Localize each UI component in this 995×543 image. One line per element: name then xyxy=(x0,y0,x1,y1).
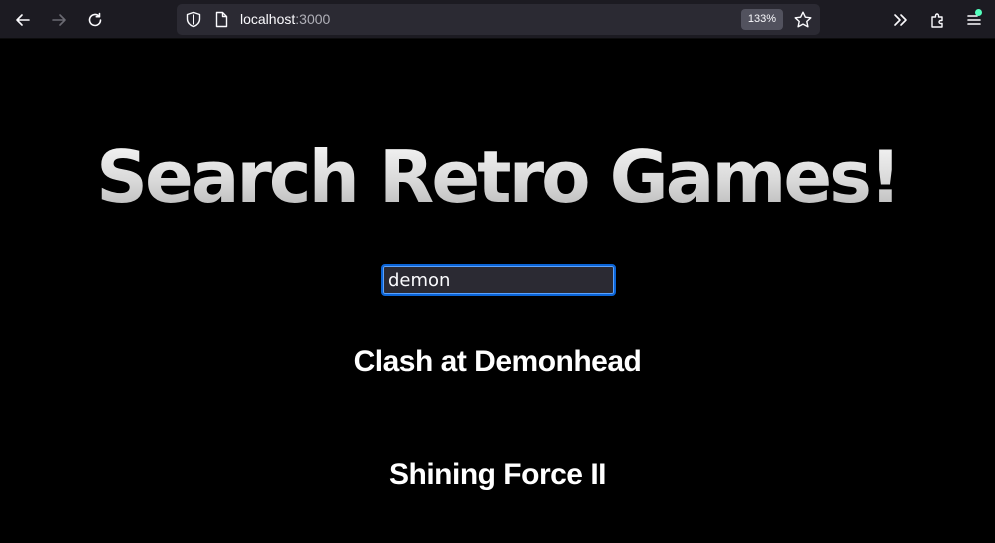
browser-toolbar: localhost:3000 133% xyxy=(0,0,995,39)
notification-dot xyxy=(975,9,982,16)
page-info-icon[interactable] xyxy=(213,11,230,28)
tracking-protection-shield-icon[interactable] xyxy=(185,11,202,28)
zoom-level-badge[interactable]: 133% xyxy=(741,9,783,30)
extensions-button[interactable] xyxy=(926,8,950,32)
chevron-double-right-icon xyxy=(894,14,907,26)
extensions-puzzle-icon xyxy=(931,13,943,28)
forward-arrow-icon xyxy=(52,14,66,26)
url-host: localhost xyxy=(240,11,296,27)
result-item: Clash at Demonhead xyxy=(353,345,642,378)
overflow-button[interactable] xyxy=(889,8,913,32)
page-title: Search Retro Games! xyxy=(0,127,995,227)
back-arrow-icon xyxy=(16,14,30,26)
url-port: :3000 xyxy=(295,11,331,27)
back-button[interactable] xyxy=(11,8,35,32)
bookmark-star-icon[interactable] xyxy=(793,10,813,30)
address-bar[interactable]: localhost:3000 133% xyxy=(177,4,820,35)
reload-button[interactable] xyxy=(83,8,107,32)
result-item: Shining Force II xyxy=(388,458,607,491)
url-text[interactable]: localhost:3000 xyxy=(240,11,330,28)
reload-icon xyxy=(88,12,102,27)
search-input[interactable] xyxy=(381,264,616,296)
app-menu-button[interactable] xyxy=(962,8,986,32)
forward-button[interactable] xyxy=(47,8,71,32)
